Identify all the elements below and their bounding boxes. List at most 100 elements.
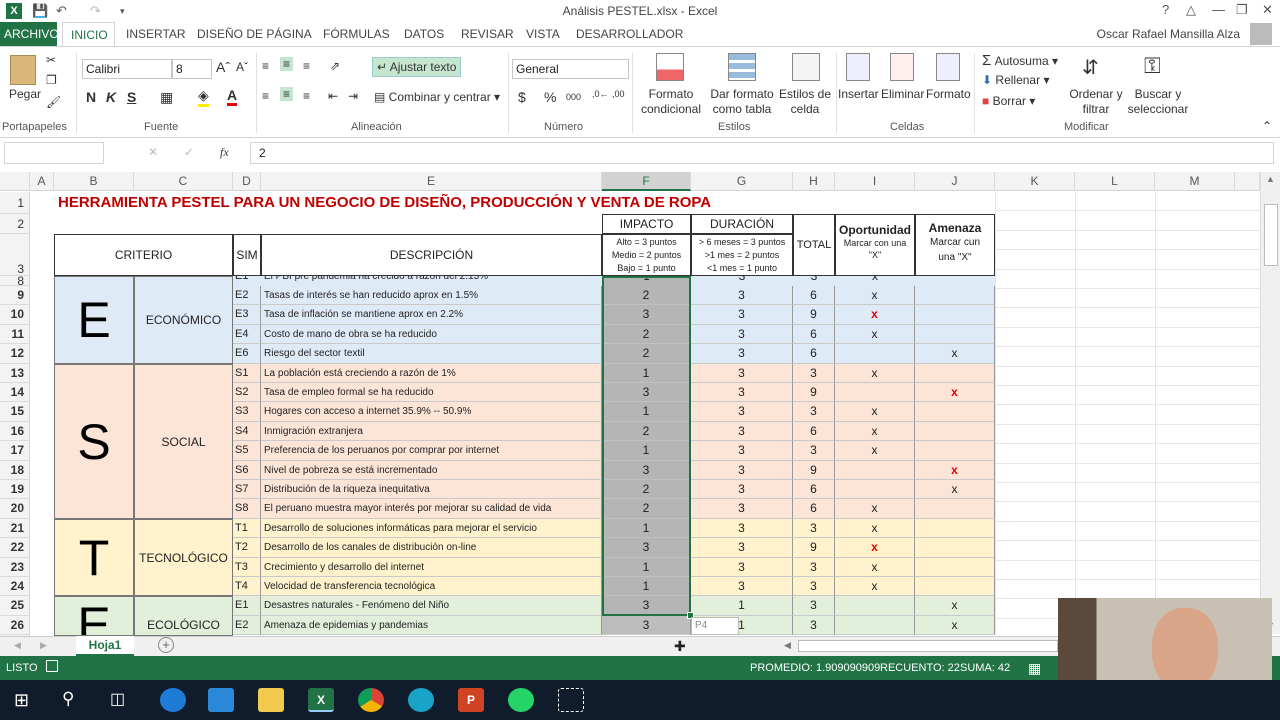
cell-amenaza[interactable] bbox=[915, 363, 995, 383]
clear-button[interactable]: ■ Borrar ▾ bbox=[982, 94, 1035, 108]
cell-sim[interactable]: S4 bbox=[233, 421, 261, 442]
cell-oportunidad[interactable]: x bbox=[835, 441, 915, 461]
tab-revisar[interactable]: REVISAR bbox=[453, 22, 522, 46]
col-header-f[interactable]: F bbox=[602, 172, 691, 191]
cell-duracion[interactable]: 3 bbox=[691, 577, 793, 597]
ribbon-display-icon[interactable]: △ bbox=[1186, 2, 1196, 18]
delete-button[interactable]: Eliminar bbox=[881, 87, 924, 101]
cell-descripcion[interactable]: Tasas de interés se han reducido aprox e… bbox=[261, 286, 602, 306]
cell-amenaza[interactable] bbox=[915, 499, 995, 519]
cell-descripcion[interactable]: Velocidad de transferencia tecnológica bbox=[261, 577, 602, 597]
cell-total[interactable]: 3 bbox=[793, 402, 835, 422]
cell-total[interactable]: 6 bbox=[793, 324, 835, 345]
cell-duracion[interactable]: 3 bbox=[691, 557, 793, 577]
borders-icon[interactable]: ▦ bbox=[160, 89, 173, 106]
cell-descripcion[interactable]: Tasa de empleo formal se ha reducido bbox=[261, 383, 602, 403]
file-explorer-icon[interactable] bbox=[258, 688, 284, 712]
cell-descripcion[interactable]: La población está creciendo a razón de 1… bbox=[261, 363, 602, 383]
align-left-icon[interactable]: ≡ bbox=[262, 89, 269, 103]
cell-total[interactable]: 6 bbox=[793, 480, 835, 500]
macro-record-icon[interactable] bbox=[46, 660, 58, 672]
number-format-select[interactable]: General bbox=[512, 59, 629, 79]
cell-sim[interactable]: S8 bbox=[233, 499, 261, 519]
tab-inicio[interactable]: INICIO bbox=[62, 22, 115, 46]
cell-sim[interactable]: S3 bbox=[233, 402, 261, 422]
cell-total[interactable]: 3 bbox=[793, 276, 835, 286]
indent-increase-icon[interactable]: ⇥ bbox=[348, 89, 358, 103]
hscroll-left-icon[interactable]: ◀ bbox=[784, 640, 791, 651]
cell-descripcion[interactable]: Amenaza de epidemias y pandemias bbox=[261, 615, 602, 636]
cell-oportunidad[interactable]: x bbox=[835, 499, 915, 519]
cancel-icon[interactable]: ✕ bbox=[148, 145, 158, 159]
cell-oportunidad[interactable]: x bbox=[835, 305, 915, 325]
cell-sim[interactable]: E2 bbox=[233, 286, 261, 306]
tab-desarrollador[interactable]: DESARROLLADOR bbox=[568, 22, 691, 46]
scroll-up-icon[interactable]: ▲ bbox=[1266, 174, 1275, 184]
format-painter-icon[interactable]: 🖌 bbox=[46, 95, 61, 109]
sheet-prev-icon[interactable]: ◀ bbox=[14, 640, 21, 651]
cell-duracion[interactable]: 3 bbox=[691, 402, 793, 422]
cell-amenaza[interactable] bbox=[915, 305, 995, 325]
cell-descripcion[interactable]: Preferencia de los peruanos por comprar … bbox=[261, 441, 602, 461]
cell-amenaza[interactable]: x bbox=[915, 480, 995, 500]
cell-sim[interactable]: E1 bbox=[233, 276, 261, 286]
worksheet-grid[interactable]: 1 2 3 8 9 10 11 12 13 14 15 16 17 18 19 20 21 22 23 24 25 26 … bbox=[0, 192, 1260, 636]
cell-sim[interactable]: S7 bbox=[233, 480, 261, 500]
col-header-g[interactable]: G bbox=[691, 172, 793, 191]
cell-duracion[interactable]: 3 bbox=[691, 276, 793, 286]
col-header-c[interactable]: C bbox=[134, 172, 233, 191]
align-middle-icon[interactable]: ≡ bbox=[280, 57, 294, 71]
cell-total[interactable]: 3 bbox=[793, 363, 835, 383]
find-select-button[interactable]: Buscar y seleccionar bbox=[1124, 87, 1192, 117]
cell-total[interactable]: 3 bbox=[793, 577, 835, 597]
cell-total[interactable]: 6 bbox=[793, 344, 835, 364]
col-header-b[interactable]: B bbox=[54, 172, 134, 191]
cut-icon[interactable]: ✂ bbox=[46, 53, 56, 67]
conditional-format-button[interactable]: Formato condicional bbox=[636, 87, 706, 117]
cell-oportunidad[interactable]: x bbox=[835, 518, 915, 539]
cell-oportunidad[interactable]: x bbox=[835, 402, 915, 422]
cell-amenaza[interactable] bbox=[915, 324, 995, 345]
cell-descripcion[interactable]: Desarrollo de soluciones informáticas pa… bbox=[261, 518, 602, 539]
windows-start-icon[interactable]: ⊞ bbox=[14, 690, 29, 711]
cell-amenaza[interactable]: x bbox=[915, 460, 995, 480]
cell-duracion[interactable]: 3 bbox=[691, 441, 793, 461]
cell-descripcion[interactable]: Distribución de la riqueza inequitativa bbox=[261, 480, 602, 500]
tab-datos[interactable]: DATOS bbox=[396, 22, 452, 46]
help-icon[interactable]: ? bbox=[1162, 2, 1169, 17]
tab-formulas[interactable]: FÓRMULAS bbox=[315, 22, 398, 46]
align-center-icon[interactable]: ≡ bbox=[280, 87, 294, 101]
paste-icon[interactable] bbox=[10, 55, 36, 85]
horizontal-scrollbar[interactable] bbox=[798, 640, 1058, 652]
underline-button[interactable]: S bbox=[127, 89, 136, 105]
enter-icon[interactable]: ✓ bbox=[184, 145, 194, 159]
cell-descripcion[interactable]: Crecimiento y desarrollo del internet bbox=[261, 557, 602, 577]
add-sheet-icon[interactable]: + bbox=[158, 637, 174, 653]
fill-color-icon[interactable]: ◈ bbox=[198, 87, 209, 107]
copy-icon[interactable]: ❐ bbox=[46, 73, 57, 87]
tab-diseno-pagina[interactable]: DISEÑO DE PÁGINA bbox=[189, 22, 320, 46]
cell-oportunidad[interactable]: x bbox=[835, 363, 915, 383]
formula-input[interactable]: 2 bbox=[250, 142, 1274, 164]
select-all[interactable] bbox=[0, 172, 30, 191]
cell-sim[interactable]: E4 bbox=[233, 324, 261, 345]
align-right-icon[interactable]: ≡ bbox=[303, 89, 310, 103]
cell-sim[interactable]: S2 bbox=[233, 383, 261, 403]
cell-oportunidad[interactable]: x bbox=[835, 557, 915, 577]
cell-amenaza[interactable] bbox=[915, 538, 995, 558]
tab-archivo[interactable]: ARCHIVO bbox=[0, 22, 59, 46]
bold-button[interactable]: N bbox=[86, 89, 96, 105]
cell-amenaza[interactable] bbox=[915, 577, 995, 597]
wrap-text-button[interactable]: ↵ Ajustar texto bbox=[372, 57, 462, 77]
cell-sim[interactable]: T1 bbox=[233, 518, 261, 539]
restore-icon[interactable]: ❐ bbox=[1236, 2, 1248, 18]
fill-button[interactable]: ⬇ Rellenar ▾ bbox=[982, 73, 1049, 87]
cell-total[interactable]: 9 bbox=[793, 538, 835, 558]
cell-sim[interactable]: S1 bbox=[233, 363, 261, 383]
merge-center-button[interactable]: ▤ Combinar y centrar ▾ bbox=[374, 90, 500, 104]
cell-styles-button[interactable]: Estilos de celda bbox=[778, 87, 832, 117]
indent-decrease-icon[interactable]: ⇤ bbox=[328, 89, 338, 103]
orientation-icon[interactable]: ⇗ bbox=[330, 59, 340, 73]
chrome-icon[interactable] bbox=[358, 688, 384, 712]
mail-icon[interactable] bbox=[208, 688, 234, 712]
